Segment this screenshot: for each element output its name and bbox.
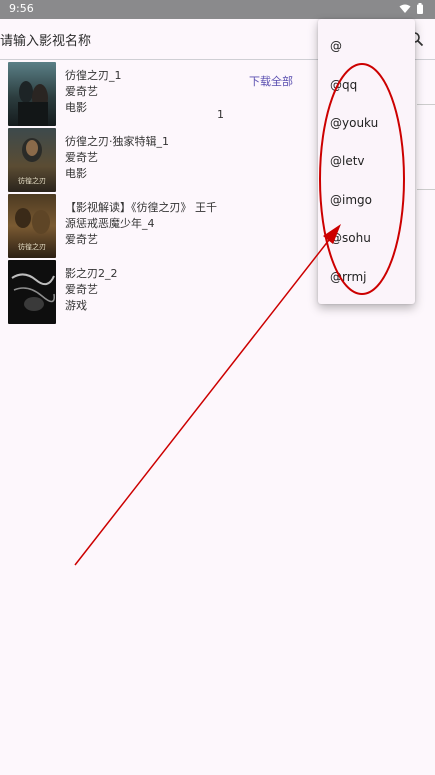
status-bar: 9:56 — [0, 0, 435, 19]
source-filter-menu: @ @qq @youku @letv @imgo @sohu @rrmj — [318, 19, 415, 304]
download-all-button[interactable]: 下载全部 — [249, 73, 293, 89]
status-time: 9:56 — [9, 2, 34, 15]
menu-item-all[interactable]: @ — [318, 28, 415, 64]
item-title: 彷徨之刃·独家特辑_1 — [65, 135, 169, 148]
item-title: 影之刃2_2 — [65, 267, 118, 280]
poster-thumbnail: 彷徨之刃 — [8, 194, 56, 258]
list-item[interactable]: 彷徨之刃_1 爱奇艺 电影 — [8, 62, 248, 128]
item-title: 【影视解读】《彷徨之刃》 王千源惩戒恶魔少年_4 — [65, 201, 217, 230]
menu-item-imgo[interactable]: @imgo — [318, 182, 415, 218]
poster-thumbnail — [8, 260, 56, 324]
poster-thumbnail: 彷徨之刃 — [8, 128, 56, 192]
item-category: 电影 — [65, 167, 87, 180]
count-label: 1 — [217, 108, 224, 121]
thumbnail-caption: 彷徨之刃 — [18, 243, 46, 252]
list-item[interactable]: 彷徨之刃 【影视解读】《彷徨之刃》 王千源惩戒恶魔少年_4 爱奇艺 — [8, 194, 248, 260]
item-category: 游戏 — [65, 299, 87, 312]
menu-item-letv[interactable]: @letv — [318, 143, 415, 179]
status-icons — [399, 3, 423, 14]
item-source: 爱奇艺 — [65, 151, 98, 164]
item-source: 爱奇艺 — [65, 233, 98, 246]
menu-item-rrmj[interactable]: @rrmj — [318, 259, 415, 295]
wifi-icon — [399, 4, 411, 13]
menu-item-sohu[interactable]: @sohu — [318, 220, 415, 256]
divider — [417, 104, 435, 105]
thumbnail-caption: 彷徨之刃 — [18, 177, 46, 186]
list-item[interactable]: 彷徨之刃 彷徨之刃·独家特辑_1 爱奇艺 电影 — [8, 128, 248, 194]
divider — [417, 189, 435, 190]
list-item[interactable]: 影之刃2_2 爱奇艺 游戏 — [8, 260, 248, 326]
item-title: 彷徨之刃_1 — [65, 69, 122, 82]
item-details: 彷徨之刃·独家特辑_1 爱奇艺 电影 — [65, 134, 225, 182]
menu-item-qq[interactable]: @qq — [318, 67, 415, 103]
battery-icon — [417, 3, 423, 14]
item-category: 电影 — [65, 101, 87, 114]
menu-item-youku[interactable]: @youku — [318, 105, 415, 141]
item-details: 彷徨之刃_1 爱奇艺 电影 — [65, 68, 225, 116]
item-source: 爱奇艺 — [65, 85, 98, 98]
item-details: 影之刃2_2 爱奇艺 游戏 — [65, 266, 225, 314]
item-details: 【影视解读】《彷徨之刃》 王千源惩戒恶魔少年_4 爱奇艺 — [65, 200, 225, 248]
poster-thumbnail — [8, 62, 56, 126]
item-source: 爱奇艺 — [65, 283, 98, 296]
results-list: 彷徨之刃_1 爱奇艺 电影 彷徨之刃 彷徨之刃·独家特辑_1 爱奇艺 电影 彷徨… — [8, 62, 248, 326]
